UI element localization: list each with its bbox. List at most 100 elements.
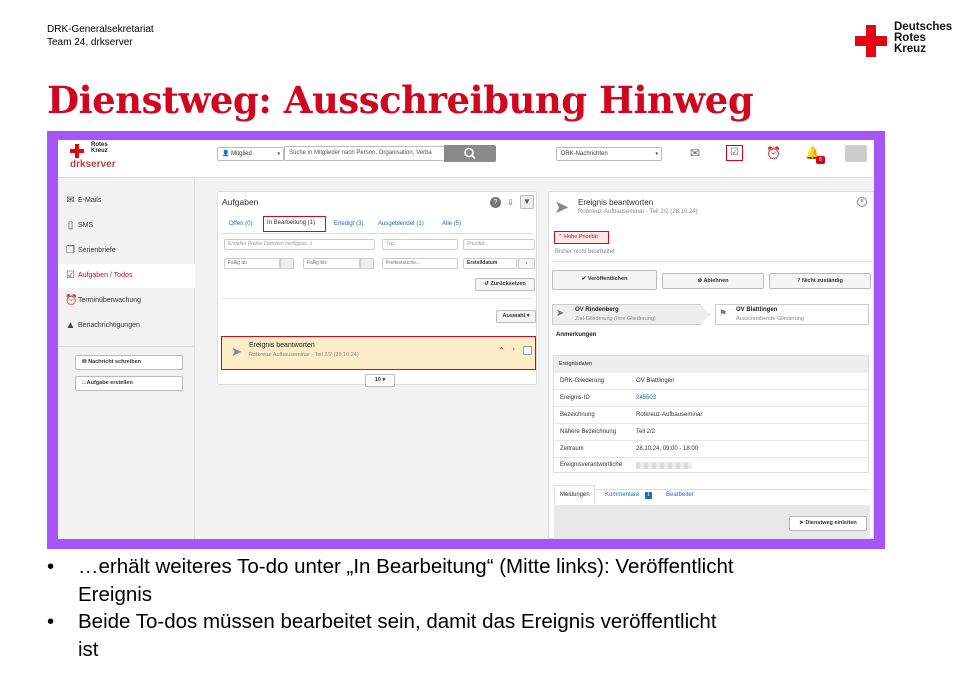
event-row-value: 28.10.24, 09:00 - 18:00 — [636, 446, 699, 452]
sidebar-item-emails[interactable]: ✉ E-Mails — [58, 189, 195, 213]
tab-alle[interactable]: Alle (5) — [442, 218, 461, 230]
bullet-item: • …erhält weiteres To-do unter „In Bearbe… — [47, 553, 867, 608]
priority-badge-label: Hohe Priorität — [564, 234, 598, 240]
sidebar-item-label: SMS — [78, 222, 94, 229]
sidebar-item-benachrichtigungen[interactable]: ▲ Benachrichtigungen — [58, 314, 195, 338]
news-select-value: DRK-Nachrichten — [561, 151, 608, 157]
fulltext-search[interactable]: Freitextsuche... — [382, 258, 458, 269]
bell-icon: ▲ — [65, 320, 76, 331]
tab-in-bearbeitung[interactable]: In Bearbeitung (1) — [263, 216, 326, 232]
tab-erledigt[interactable]: Erledigt (3) — [334, 218, 363, 230]
page-size-select[interactable]: 10 ▾ — [365, 374, 395, 387]
task-item-title: Ereignis beantworten — [249, 342, 315, 349]
sidebar-item-label: Aufgaben / Todos — [78, 272, 133, 279]
app-logo-line-2: Kreuz — [91, 148, 108, 154]
comment-count-badge: 1 — [645, 492, 652, 499]
org-line-1: DRK-Generalsekretariat — [47, 24, 154, 35]
route-to-sub: Ausschreibende Gliederung — [736, 316, 804, 322]
tasks-icon[interactable]: ☑ — [726, 145, 743, 161]
app-logo[interactable]: Rotes Kreuz drkserver — [68, 142, 138, 170]
chevron-down-icon: ▾ — [526, 313, 530, 319]
tab-offen[interactable]: Offen (0) — [229, 218, 253, 230]
documents-icon: ❐ — [66, 245, 75, 256]
route-from: ➤ OV Rindenberg Ziel-Gliederung (Ihre Gl… — [552, 304, 710, 325]
reject-label: Ablehnen — [703, 278, 729, 284]
checklist-icon: ☑ — [66, 270, 75, 281]
toggle-icon: ◑ — [511, 346, 516, 353]
priority-filter[interactable]: Priorität... — [463, 239, 535, 250]
write-message-button[interactable]: ✉ Nachricht schreiben — [75, 355, 183, 370]
bullet-text: …erhält weiteres To-do unter „In Bearbei… — [78, 555, 734, 578]
search-input[interactable]: Suche in Mitglieder nach Person, Organis… — [284, 146, 445, 161]
logo-line-3: Kreuz — [894, 43, 926, 55]
download-icon[interactable]: ⇩ — [505, 197, 516, 208]
create-task-button[interactable]: □ Aufgabe erstellen — [75, 376, 183, 391]
sidebar-item-label: Serienbriefe — [78, 247, 116, 254]
bullet-list: • …erhält weiteres To-do unter „In Bearbe… — [47, 553, 867, 663]
notes-label: Anmerkungen — [556, 332, 597, 338]
task-checkbox[interactable] — [523, 346, 532, 355]
flag-icon: ⚑ — [719, 308, 728, 318]
calendar-icon[interactable] — [280, 258, 294, 269]
publish-button[interactable]: ✔ Veröffentlichen — [552, 270, 657, 290]
calendar-icon[interactable] — [360, 258, 374, 269]
member-select[interactable]: 👤 Mitglied ▾ — [217, 147, 284, 161]
tab-bearbeiter[interactable]: Bearbeiter — [666, 489, 694, 501]
due-to-input[interactable]: Fällig bis — [303, 258, 360, 269]
sidebar-item-serienbriefe[interactable]: ❐ Serienbriefe — [58, 239, 195, 263]
sort-select[interactable]: Erstelldatum — [463, 258, 517, 269]
tasks-title: Aufgaben — [222, 197, 259, 207]
red-cross-icon — [855, 25, 887, 57]
event-row-key: Ereignisverantwortliche — [560, 462, 623, 468]
sidebar-item-terminueberwachung[interactable]: ⏰ Terminüberwachung — [58, 289, 195, 313]
tab-meldungen[interactable]: Meldungen — [554, 485, 595, 504]
sidebar-item-sms[interactable]: ▯ SMS — [58, 214, 195, 238]
mail-icon[interactable]: ✉ — [688, 146, 702, 160]
paper-plane-icon: ➤ — [556, 308, 565, 319]
event-data-header: Ereignisdaten — [554, 356, 868, 373]
event-row-key: DRK-Gliederung — [560, 378, 605, 384]
sidebar-item-aufgaben[interactable]: ☑ Aufgaben / Todos — [58, 264, 195, 288]
tab-kommentare[interactable]: Kommentare — [605, 489, 639, 501]
selection-label: Auswahl — [502, 313, 526, 319]
publish-label: Veröffentlichen — [587, 276, 628, 282]
sidebar-item-label: Terminüberwachung — [78, 297, 142, 304]
alarm-clock-icon[interactable]: ⏰ — [766, 146, 781, 160]
news-select[interactable]: DRK-Nachrichten ▾ — [556, 147, 662, 161]
drkserver-app: Rotes Kreuz drkserver 👤 Mitglied ▾ Suche … — [58, 140, 874, 539]
creator-filter[interactable]: Ersteller (Keine Optionen verfügbar...) — [224, 239, 375, 250]
reject-button[interactable]: ⊗ Ablehnen — [662, 273, 764, 289]
priority-badge: ⌃ Hohe Priorität — [554, 231, 609, 244]
reset-button[interactable]: ↺ Zurücksetzen — [475, 278, 535, 291]
route-from-sub: Ziel-Gliederung (Ihre Gliederung) — [575, 316, 656, 322]
sidebar-item-label: Benachrichtigungen — [78, 322, 140, 329]
bullet-item: • Beide To-dos müssen bearbeitet sein, da… — [47, 608, 867, 663]
avatar[interactable] — [845, 145, 867, 162]
status-text: Bisher nicht bearbeitet — [555, 249, 615, 255]
event-id-link[interactable]: 245503 — [636, 390, 656, 407]
write-message-label: Nachricht schreiben — [88, 359, 142, 365]
search-button[interactable] — [444, 145, 496, 162]
tab-ausgeblendet[interactable]: Ausgeblendet (1) — [378, 218, 424, 230]
due-from-input[interactable]: Fällig ab — [224, 258, 280, 269]
event-row-value: Teil 2/2 — [636, 429, 656, 435]
help-icon[interactable]: ? — [490, 197, 501, 208]
event-row-value: Rotkreuz-Aufbauseminar — [636, 412, 703, 418]
dienstweg-button[interactable]: ➤ Dienstweg einleiten — [789, 516, 867, 531]
type-filter[interactable]: Typ... — [382, 239, 458, 250]
task-item-selected[interactable]: ➤ Ereignis beantworten Rotkreuz-Aufbause… — [221, 336, 536, 370]
app-brand: drkserver — [70, 159, 116, 170]
sort-direction-icon[interactable]: ↓ — [518, 258, 535, 269]
org-header: DRK-Generalsekretariat Team 24, drkserve… — [47, 23, 154, 49]
filter-divider — [221, 298, 533, 299]
selection-dropdown[interactable]: Auswahl ▾ — [496, 310, 536, 323]
not-responsible-button[interactable]: ? Nicht zuständig — [769, 273, 871, 289]
blurred-value — [636, 462, 692, 469]
sidebar-divider — [58, 346, 195, 347]
phone-icon: ▯ — [67, 220, 74, 231]
event-row: Zeitraum 28.10.24, 09:00 - 18:00 — [554, 441, 868, 458]
route-to: ⚑ OV Blattlingen Ausschreibende Gliederu… — [715, 304, 869, 325]
close-icon[interactable]: × — [857, 197, 867, 207]
filter-icon[interactable]: ▼ — [520, 195, 534, 209]
red-cross-icon — [70, 144, 84, 158]
